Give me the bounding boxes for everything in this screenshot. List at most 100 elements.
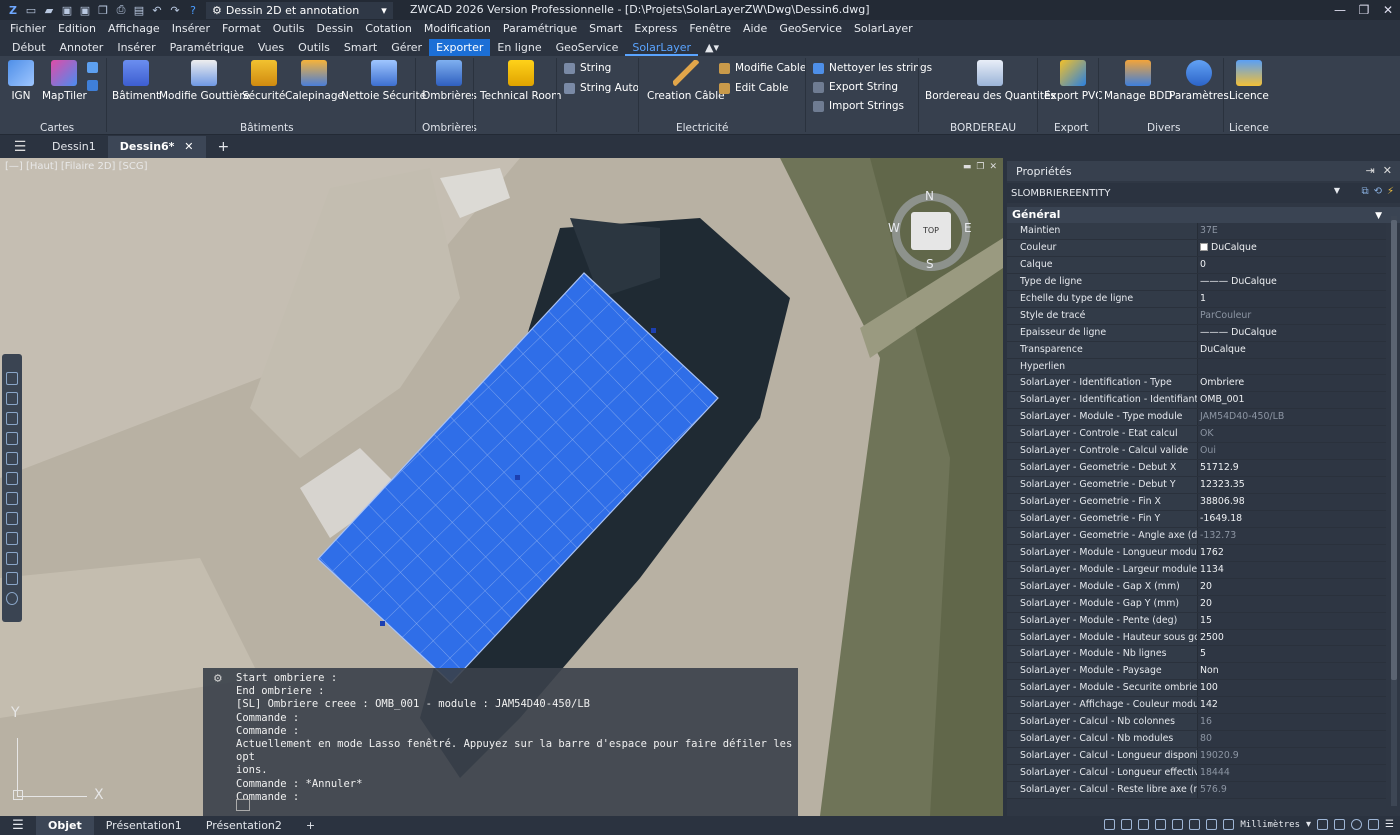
viewcube-compass[interactable]: N S E W TOP [888,189,972,271]
polar-icon[interactable] [1155,819,1167,830]
string-button[interactable]: String [564,62,611,74]
property-row[interactable]: SolarLayer - Module - Securite ombriere … [1007,680,1386,698]
minimize-icon[interactable]: — [1328,0,1352,20]
menu-format[interactable]: Format [216,20,267,38]
doc-tab-dessin1[interactable]: Dessin1 [40,136,108,158]
property-value[interactable]: 5 [1198,646,1386,663]
menu-parametrique[interactable]: Paramétrique [497,20,583,38]
property-value[interactable]: Non [1198,663,1386,680]
command-settings-icon[interactable]: ⚙ [214,672,222,685]
pin-icon[interactable]: ⇥ [1366,164,1375,177]
close-panel-icon[interactable]: ✕ [1383,164,1392,177]
ribbon-toggle-icon[interactable]: ▲▾ [698,39,726,56]
property-value[interactable]: 1 [1198,290,1386,307]
menu-inserer[interactable]: Insérer [166,20,216,38]
save-as-icon[interactable]: ▣ [78,3,92,17]
property-row[interactable]: SolarLayer - Calcul - Longueur disponibl… [1007,748,1386,765]
property-row[interactable]: SolarLayer - Calcul - Reste libre axe (m… [1007,781,1386,799]
creation-cable-button[interactable]: Creation Câble [647,60,725,102]
property-row[interactable]: SolarLayer - Module - Largeur module (mm… [1007,561,1386,579]
print-icon[interactable]: ⎙ [114,3,128,17]
tool-icon[interactable] [6,372,18,385]
settings-icon[interactable] [1351,819,1363,830]
property-value[interactable]: OMB_001 [1198,392,1386,409]
property-row[interactable]: SolarLayer - Calcul - Longueur effective… [1007,765,1386,782]
property-row[interactable]: SolarLayer - Affichage - Couleur module … [1007,697,1386,715]
ortho-icon[interactable] [1138,819,1150,830]
property-value[interactable]: 20 [1198,595,1386,612]
property-row[interactable]: SolarLayer - Identification - Type Ombrie… [1007,375,1386,393]
select-objects-icon[interactable]: ⧉ [1361,186,1368,197]
layout-tab-presentation2[interactable]: Présentation2 [194,816,294,835]
grip-handle[interactable] [651,328,656,333]
vp-restore-icon[interactable]: ❐ [976,162,984,172]
property-row[interactable]: SolarLayer - Module - Nb lignes 5 [1007,646,1386,664]
property-value[interactable]: 142 [1198,697,1386,714]
new-tab-plus-icon[interactable]: + [206,136,242,158]
annotation-icon[interactable] [1317,819,1329,830]
fullscreen-icon[interactable] [1368,819,1380,830]
property-row[interactable]: SolarLayer - Module - Longueur module (m… [1007,544,1386,562]
property-value[interactable]: 1762 [1198,544,1386,561]
layout-tab-presentation1[interactable]: Présentation1 [94,816,194,835]
menu-modification[interactable]: Modification [418,20,497,38]
app-logo-icon[interactable]: Z [6,3,20,17]
property-value[interactable]: DuCalque [1198,341,1386,358]
import-strings-button[interactable]: Import Strings [813,100,904,112]
property-value[interactable]: 0 [1198,256,1386,273]
otrack-icon[interactable] [1189,819,1201,830]
tab-gerer[interactable]: Gérer [384,39,429,56]
property-row[interactable]: SolarLayer - Module - Hauteur sous goutt… [1007,629,1386,647]
ign-button[interactable]: IGN [8,60,34,102]
property-row[interactable]: Maintien 37E [1007,223,1386,240]
open-folder-icon[interactable]: ▰ [42,3,56,17]
nettoyer-strings-button[interactable]: Nettoyer les strings [813,62,932,74]
add-layout-icon[interactable]: + [294,816,327,835]
doc-tab-dessin6[interactable]: Dessin6* ✕ [107,136,206,158]
menu-cotation[interactable]: Cotation [359,20,418,38]
new-file-icon[interactable]: ▭ [24,3,38,17]
layers-small-icon[interactable] [87,80,98,91]
property-value[interactable]: Ombriere [1198,375,1386,392]
batiment-button[interactable]: Bâtiment [112,60,160,102]
menu-dessin[interactable]: Dessin [311,20,360,38]
menu-edition[interactable]: Edition [52,20,102,38]
property-row[interactable]: SolarLayer - Module - Type module JAM54D4… [1007,409,1386,427]
help-icon[interactable]: ? [186,3,200,17]
menu-geoservice[interactable]: GeoService [773,20,848,38]
snap-icon[interactable] [1104,819,1116,830]
property-value[interactable]: 2500 [1198,629,1386,646]
entity-selector[interactable]: SLOMBRIEREENTITY ▼ ⧉ ⟲ ⚡ [1007,183,1400,203]
maptiler-button[interactable]: MapTiler [42,60,87,102]
workspace-icon[interactable] [1334,819,1346,830]
technical-room-button[interactable]: Technical Room [480,60,561,102]
maximize-icon[interactable]: ❐ [1352,0,1376,20]
tool-icon[interactable] [6,552,18,565]
property-row[interactable]: SolarLayer - Geometrie - Angle axe (deg)… [1007,527,1386,545]
tool-icon[interactable] [6,392,18,405]
tool-icon[interactable] [6,412,18,425]
property-row[interactable]: SolarLayer - Geometrie - Fin Y -1649.18 [1007,510,1386,528]
layout-tab-objet[interactable]: Objet [36,816,94,835]
property-row[interactable]: Epaisseur de ligne ——— DuCalque [1007,324,1386,342]
property-value[interactable]: 51712.9 [1198,460,1386,477]
tool-icon[interactable] [6,572,18,585]
units-selector[interactable]: Millimètres [1240,820,1300,830]
property-value[interactable] [1198,358,1386,375]
tab-exporter[interactable]: Exporter [429,39,491,56]
menu-aide[interactable]: Aide [737,20,773,38]
property-value[interactable]: 38806.98 [1198,494,1386,510]
vp-minimize-icon[interactable]: ▬ [963,162,972,172]
viewcube-top[interactable]: TOP [911,212,951,250]
property-value[interactable]: DuCalque [1198,239,1386,256]
vp-close-icon[interactable]: ✕ [989,162,997,172]
export-pvc-button[interactable]: Export PVC [1044,60,1103,102]
securite-button[interactable]: Sécurité [242,60,285,102]
string-auto-button[interactable]: String Auto [564,82,639,94]
close-icon[interactable]: ✕ [1376,0,1400,20]
osnap-icon[interactable] [1172,819,1184,830]
menu-fichier[interactable]: Fichier [4,20,52,38]
property-row[interactable]: SolarLayer - Geometrie - Debut Y 12323.35 [1007,477,1386,494]
property-row[interactable]: Calque 0 [1007,256,1386,274]
menu-express[interactable]: Express [628,20,683,38]
